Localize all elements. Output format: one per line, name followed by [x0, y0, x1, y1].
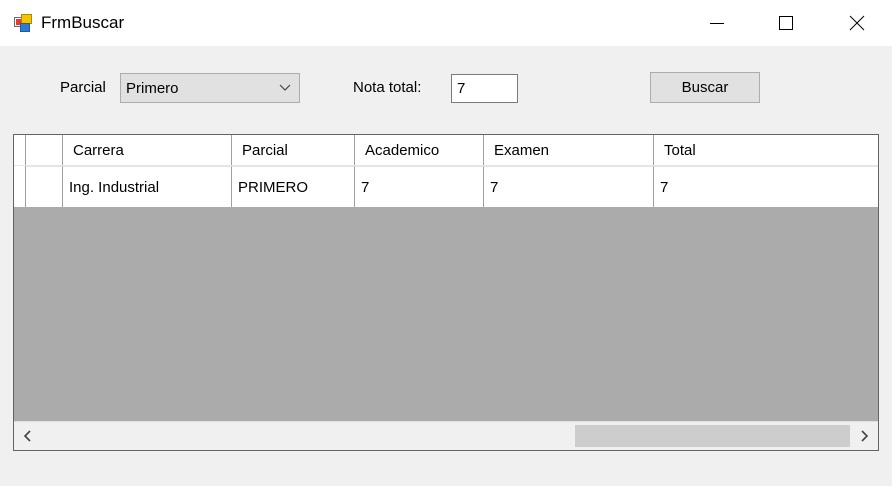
chevron-down-icon	[279, 84, 291, 91]
column-header-parcial[interactable]: Parcial	[232, 135, 355, 165]
parcial-combobox-value: Primero	[126, 80, 179, 97]
buscar-button[interactable]: Buscar	[650, 72, 760, 103]
results-grid[interactable]: Carrera Parcial Academico Examen Total I…	[13, 134, 879, 451]
table-row[interactable]: Ing. Industrial PRIMERO 7 7 7	[14, 166, 878, 207]
grid-header: Carrera Parcial Academico Examen Total	[14, 135, 878, 166]
scroll-track[interactable]	[42, 422, 850, 450]
cell-total[interactable]: 7	[654, 166, 878, 207]
parcial-combobox[interactable]: Primero	[120, 73, 300, 103]
maximize-icon	[779, 16, 793, 30]
window-title: FrmBuscar	[41, 13, 125, 32]
column-header-total[interactable]: Total	[654, 135, 878, 165]
cell-parcial[interactable]: PRIMERO	[232, 166, 355, 207]
scroll-right-button[interactable]	[850, 422, 878, 450]
chevron-left-icon	[23, 430, 31, 442]
scroll-left-button[interactable]	[14, 422, 42, 450]
close-button[interactable]	[834, 0, 880, 46]
close-icon	[849, 15, 865, 31]
column-header-carrera[interactable]: Carrera	[63, 135, 232, 165]
title-bar: FrmBuscar	[0, 0, 892, 46]
cell-examen[interactable]: 7	[484, 166, 654, 207]
scroll-thumb[interactable]	[575, 425, 850, 447]
cell-academico[interactable]: 7	[355, 166, 484, 207]
nota-total-input[interactable]: 7	[451, 74, 518, 103]
row-header-strip	[14, 166, 26, 207]
chevron-right-icon	[861, 430, 869, 442]
app-icon	[14, 14, 32, 32]
grid-corner-left	[14, 135, 26, 165]
horizontal-scrollbar[interactable]	[14, 421, 878, 450]
minimize-icon	[710, 23, 724, 24]
cell-carrera[interactable]: Ing. Industrial	[63, 166, 232, 207]
column-header-academico[interactable]: Academico	[355, 135, 484, 165]
nota-total-label: Nota total:	[353, 79, 422, 96]
minimize-button[interactable]	[694, 0, 740, 46]
parcial-label: Parcial	[60, 79, 106, 96]
grid-row-header-column	[26, 135, 63, 165]
maximize-button[interactable]	[763, 0, 809, 46]
nota-total-value: 7	[457, 80, 466, 97]
row-header-cell[interactable]	[26, 166, 63, 207]
column-header-examen[interactable]: Examen	[484, 135, 654, 165]
